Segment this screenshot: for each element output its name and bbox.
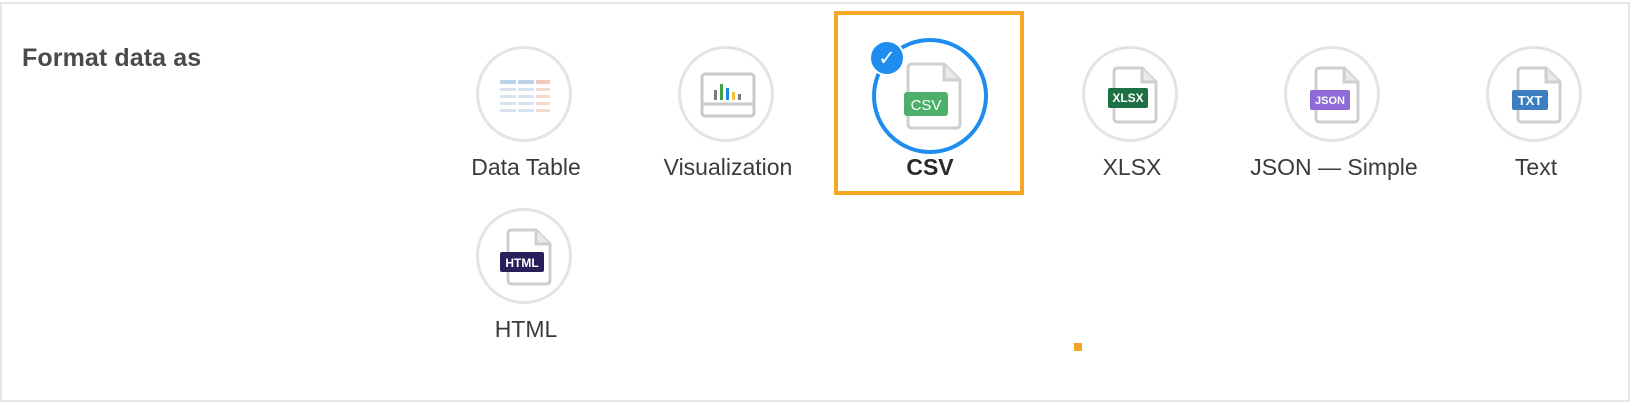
format-data-as-label: Format data as: [22, 44, 202, 72]
format-option-html[interactable]: HTML HTML: [436, 208, 616, 358]
svg-text:HTML: HTML: [505, 256, 538, 270]
format-option-data-table[interactable]: Data Table: [436, 46, 616, 196]
format-option-json-simple[interactable]: JSON JSON — Simple: [1244, 46, 1424, 196]
svg-text:JSON: JSON: [1315, 95, 1345, 107]
option-label: JSON — Simple: [1250, 154, 1418, 180]
svg-text:XLSX: XLSX: [1112, 91, 1143, 105]
option-label: Visualization: [663, 154, 793, 180]
option-label: Text: [1514, 154, 1558, 180]
selection-highlight-box: [834, 11, 1024, 195]
format-option-text[interactable]: TXT Text: [1446, 46, 1626, 196]
format-option-xlsx[interactable]: XLSX XLSX: [1042, 46, 1222, 196]
svg-text:TXT: TXT: [1518, 93, 1543, 108]
option-label: XLSX: [1102, 154, 1162, 180]
cursor-marker: [1074, 343, 1082, 351]
option-label: Data Table: [471, 154, 581, 180]
format-panel: Format data as Data Table Visualization …: [0, 2, 1630, 402]
option-label: HTML: [494, 316, 558, 342]
format-option-visualization[interactable]: Visualization: [638, 46, 818, 196]
